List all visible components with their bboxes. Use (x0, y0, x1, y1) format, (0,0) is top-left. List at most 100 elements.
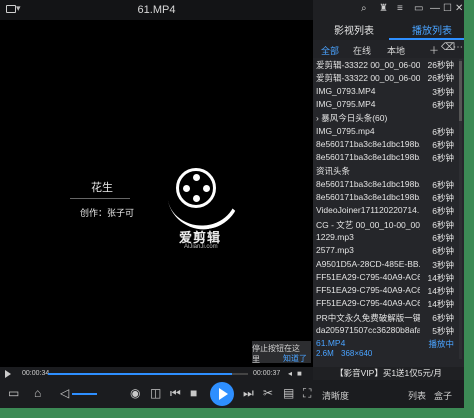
menu-icon[interactable]: ≡ (397, 3, 403, 14)
film-reel-icon (176, 168, 216, 208)
volume-slider[interactable] (72, 393, 97, 395)
playlist-item[interactable]: IMG_0795.mp4 6秒钟 (316, 126, 454, 138)
tab-video-list[interactable]: 影视列表 (334, 22, 374, 37)
playlist-item-name: PR中文永久免费破解版一键... (316, 312, 420, 323)
vip-promo[interactable]: 【影音VIP】买1送1仅5元/月 (313, 367, 464, 380)
cut-icon[interactable]: ✂ (263, 386, 273, 400)
playlist-item-duration: 14秒钟 (427, 299, 454, 310)
total-time: 00:00:37 (253, 370, 281, 377)
playlist-item[interactable]: CG - 文艺 00_00_10-00_00_2... 6秒钟 (316, 219, 454, 231)
playlist-item[interactable]: FF51EA29-C795-40A9-AC6... 14秒钟 (316, 272, 454, 284)
seek-track[interactable] (48, 373, 248, 375)
small-play-icon[interactable] (5, 370, 11, 378)
playlist-item[interactable]: 爱剪辑-33322 00_00_06-00_... 26秒钟 (316, 59, 454, 71)
playlist-item[interactable]: A9501D5A-28CD-485E-BB... 3秒钟 (316, 259, 454, 271)
playlist-item-name: VideoJoiner171120220714... (316, 205, 420, 216)
playlist-item[interactable]: IMG_0795.MP4 6秒钟 (316, 99, 454, 111)
minimize-icon[interactable]: — (430, 3, 440, 14)
playlist-scrollbar[interactable] (459, 59, 462, 359)
stop-tip: 停止按钮在这里 知道了 (252, 341, 311, 364)
filter-all[interactable]: 全部 (321, 44, 339, 57)
playlist-item[interactable]: 8e560171ba3c8e1dbc198b... 6秒钟 (316, 179, 454, 191)
add-icon[interactable]: ＋ (429, 42, 439, 57)
fullscreen-icon[interactable]: ⛶ (303, 386, 311, 400)
playlist-item-name: CG - 文艺 00_00_10-00_00_2... (316, 219, 420, 230)
playlist-item-duration: 6秒钟 (432, 206, 454, 217)
scrollbar-thumb[interactable] (459, 61, 462, 121)
search-icon[interactable]: ⌕ (361, 3, 367, 14)
control-bar: ▭ ⌂ ◁ ◉ ◫ ⏮ ■ ⏭ ✂ ▤ ⛶ 清晰度 列表 盒子 (0, 380, 464, 408)
playlist-item-duration: 6秒钟 (432, 99, 454, 110)
playlist-item-duration: 26秒钟 (427, 60, 454, 70)
playlist-item[interactable]: 8e560171ba3c8e1dbc198b... 6秒钟 (316, 152, 454, 164)
playlist-item-duration: 6秒钟 (432, 153, 454, 164)
playlist-item[interactable]: VideoJoiner171120220714... 6秒钟 (316, 205, 454, 217)
playlist-item-duration: 3秒钟 (432, 86, 454, 97)
maximize-icon[interactable]: ☐ (443, 3, 452, 14)
volume-icon[interactable]: ◁ (60, 386, 69, 400)
playlist-item-duration: 6秒钟 (432, 193, 454, 203)
capture-icon[interactable]: ◫ (150, 386, 161, 400)
playlist-item-duration: 14秒钟 (427, 286, 454, 297)
previous-icon[interactable]: ⏮ (170, 386, 181, 400)
video-area[interactable]: 花生 创作：张子可 爱剪辑 AiJianJi.com 停止按钮在这里 知道了 (0, 20, 313, 367)
playlist-item-name: 8e560171ba3c8e1dbc198b... (316, 152, 420, 163)
title-bar[interactable]: ▾ 61.MP4 (0, 0, 313, 20)
close-icon[interactable]: ✕ (455, 3, 463, 14)
filter-local[interactable]: 本地 (387, 44, 405, 57)
playlist-item-name: IMG_0793.MP4 (316, 85, 376, 96)
list-button[interactable]: 列表 (408, 389, 426, 402)
playlist-item[interactable]: 8e560171ba3c8e1dbc198b... 6秒钟 (316, 192, 454, 204)
video-side-author: 创作：张子可 (80, 208, 135, 218)
playlist-item-duration: 6秒钟 (432, 219, 454, 230)
playlist-item[interactable]: 2577.mp3 6秒钟 (316, 245, 454, 257)
playlist-item-name: 1229.mp3 (316, 231, 354, 242)
playlist-item-duration: 6秒钟 (432, 179, 454, 190)
playlist-item-name: IMG_0795.MP4 (316, 98, 376, 109)
next-icon[interactable]: ⏭ (243, 386, 254, 400)
playlist-item[interactable]: 爱剪辑-33322 00_00_06-00_... 26秒钟 (316, 72, 454, 84)
playlist-item-name: IMG_0795.mp4 (316, 125, 375, 136)
play-button[interactable] (210, 382, 234, 406)
prev-frame-icon[interactable]: ◂ (288, 369, 292, 378)
tab-play-list[interactable]: 播放列表 (412, 22, 452, 37)
playlist-item[interactable]: PR中文永久免费破解版一键... 6秒钟 (316, 312, 454, 324)
playlist-item[interactable]: 资讯头条 (316, 165, 454, 177)
playlist-item[interactable]: 61.MP4 播放中 (316, 338, 454, 350)
playlist-item-name: 资讯头条 (316, 166, 351, 177)
settings-icon[interactable]: ▭ (8, 386, 19, 400)
mini-icon[interactable]: ▭ (414, 3, 423, 14)
playlist-item-name: da205971507cc36280b8afa... (316, 325, 420, 335)
window-title: 61.MP4 (137, 4, 176, 16)
playlist-item[interactable]: FF51EA29-C795-40A9-AC6... 14秒钟 (316, 298, 454, 310)
more-icon[interactable]: ⋯ (453, 42, 463, 53)
playlist-item[interactable]: › 暴风今日头条(60) (316, 112, 454, 124)
playlist-item[interactable]: da205971507cc36280b8afa... 5秒钟 (316, 325, 454, 337)
filter-online[interactable]: 在线 (353, 44, 371, 57)
playlist-item-duration: 14秒钟 (427, 272, 454, 283)
playlist-item[interactable]: IMG_0793.MP4 3秒钟 (316, 86, 454, 98)
playlist-item-duration: 5秒钟 (432, 326, 454, 336)
clarity-button[interactable]: 清晰度 (322, 389, 349, 402)
current-time: 00:00:34 (22, 370, 50, 377)
playlist-item[interactable]: 1229.mp3 6秒钟 (316, 232, 454, 244)
eye-icon[interactable]: ◉ (130, 386, 140, 400)
panel-tabs: 影视列表 播放列表 ⌕ ♜ ≡ ▭ — ☐ ✕ (313, 0, 464, 40)
divider (70, 198, 130, 199)
playlist-item-duration: 26秒钟 (427, 73, 454, 84)
side-panel: 影视列表 播放列表 ⌕ ♜ ≡ ▭ — ☐ ✕ 全部 在线 本地 ＋ ⌫ ⋯ 爱… (313, 0, 464, 380)
playlist-item[interactable]: FF51EA29-C795-40A9-AC6... 14秒钟 (316, 285, 454, 297)
playlist: 爱剪辑-33322 00_00_06-00_...26秒钟爱剪辑-33322 0… (313, 59, 456, 359)
folder-icon[interactable]: ⌂ (34, 386, 41, 400)
box-button[interactable]: 盒子 (434, 389, 452, 402)
playlist-item-duration: 6秒钟 (432, 312, 454, 323)
seek-progress (48, 373, 232, 375)
3d-icon[interactable]: ▤ (283, 386, 294, 400)
shirt-icon[interactable]: ♜ (379, 3, 388, 14)
file-resolution: 368×640 (341, 349, 373, 358)
playlist-item[interactable]: 8e560171ba3c8e1dbc198b... 6秒钟 (316, 139, 454, 151)
play-icon (219, 388, 228, 400)
stop-small-icon[interactable]: ■ (297, 369, 302, 378)
tip-dismiss-link[interactable]: 知道了 (283, 353, 307, 364)
stop-icon[interactable]: ■ (190, 386, 197, 400)
